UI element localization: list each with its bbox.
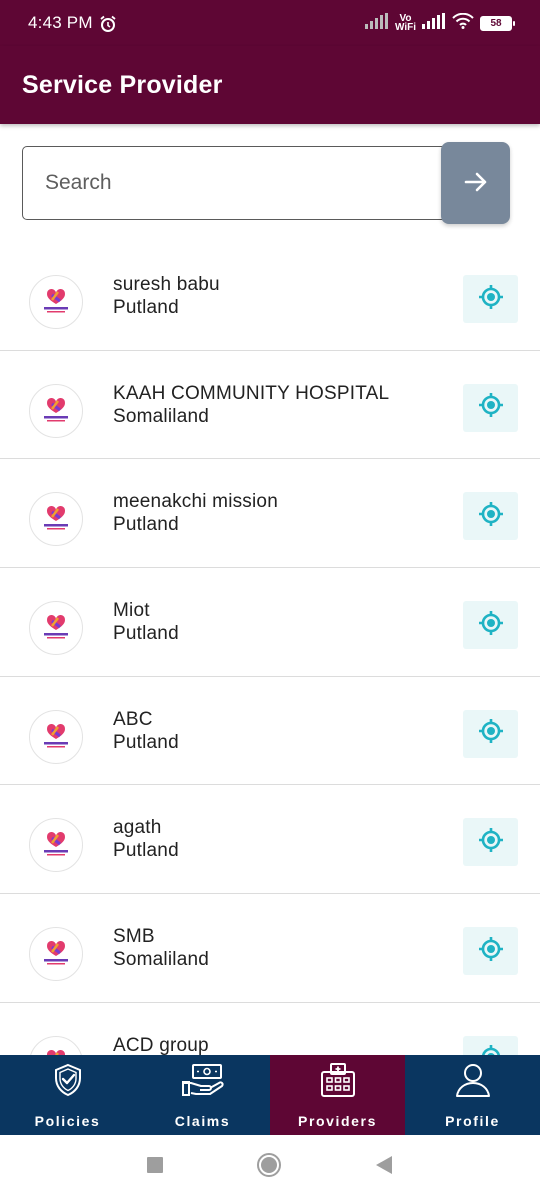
nav-tab-policies[interactable]: Policies [0,1055,135,1135]
provider-location: Putland [113,623,179,645]
search-bar [22,142,510,224]
provider-list-item[interactable]: ABC Putland [0,677,540,786]
provider-list-item[interactable]: meenakchi mission Putland [0,459,540,569]
provider-logo [29,275,83,329]
provider-list-item[interactable]: Miot Putland [0,568,540,677]
shield-check-icon [50,1062,86,1103]
locate-button[interactable] [463,927,518,976]
provider-name: SMB [113,926,155,948]
provider-name: agath [113,817,162,839]
provider-list-item[interactable]: ACD group [0,1003,540,1055]
provider-text: ABC Putland [113,708,179,754]
nav-tab-providers[interactable]: Providers [270,1055,405,1135]
hospital-icon [318,1062,358,1103]
provider-text: suresh babu Putland [113,273,220,319]
provider-location: Somaliland [113,405,209,427]
provider-list-item[interactable]: agath Putland [0,785,540,895]
wifi-icon [452,12,474,34]
arrow-right-icon [462,168,490,199]
provider-text: KAAH COMMUNITY HOSPITAL Somaliland [113,382,389,428]
provider-name: ACD group [113,1034,209,1055]
battery-icon: 58 [480,15,515,31]
provider-location: Putland [113,840,179,862]
location-target-icon [477,391,505,424]
signal-icon-2 [422,12,446,34]
provider-list-item[interactable]: KAAH COMMUNITY HOSPITAL Somaliland [0,351,540,460]
provider-location: Putland [113,514,179,536]
location-target-icon [477,717,505,750]
status-indicators: Vo WiFi 58 [364,12,515,34]
locate-button[interactable] [463,818,518,867]
system-navigation-bar [0,1135,540,1200]
provider-logo [29,383,83,438]
locate-button[interactable] [463,275,518,323]
locate-button[interactable] [463,492,518,541]
search-submit-button[interactable] [441,142,510,224]
provider-name: suresh babu [113,274,220,295]
recents-button[interactable] [146,1156,164,1179]
back-button[interactable] [374,1155,394,1180]
provider-text: Miot Putland [113,599,179,645]
provider-name: ABC [113,708,153,730]
provider-name: KAAH COMMUNITY HOSPITAL [113,382,390,404]
provider-logo [29,709,83,764]
location-target-icon [477,826,505,859]
cash-hand-icon [180,1062,226,1103]
provider-location: Somaliland [113,949,209,971]
provider-logo [29,818,83,873]
provider-list-item[interactable]: SMB Somaliland [0,894,540,1003]
nav-tab-profile[interactable]: Profile [405,1055,540,1135]
provider-text: SMB Somaliland [113,925,209,971]
location-target-icon [477,500,505,533]
provider-logo [29,1035,83,1055]
vowifi-bottom: WiFi [394,22,416,33]
signal-icon [364,12,389,34]
home-button[interactable] [256,1152,282,1183]
app-header: Service Provider [0,46,540,124]
location-target-icon [477,609,505,642]
status-time: 4:43 PM [28,13,93,32]
locate-button[interactable] [463,1035,518,1055]
provider-name: Miot [113,600,150,622]
status-bar: 4:43 PM Vo WiFi 58 [0,0,540,46]
provider-list-item[interactable]: suresh babu Putland [0,242,540,351]
provider-logo [29,927,83,982]
locate-button[interactable] [463,383,518,432]
locate-button[interactable] [463,601,518,650]
nav-label-claims: Claims [174,1113,231,1129]
vowifi-indicator: Vo WiFi [394,14,416,33]
provider-logo [29,492,83,547]
bottom-navigation: Policies Claims Providers Profile [0,1055,540,1135]
nav-label-providers: Providers [298,1113,377,1129]
location-target-icon [477,1043,505,1055]
nav-tab-claims[interactable]: Claims [135,1055,270,1135]
provider-text: ACD group [113,1034,209,1055]
provider-name: meenakchi mission [113,491,278,513]
nav-label-policies: Policies [34,1113,101,1129]
page-title: Service Provider [22,70,223,99]
nav-label-profile: Profile [445,1113,500,1129]
provider-location: Putland [113,731,179,753]
location-target-icon [477,935,505,968]
provider-logo [29,601,83,656]
provider-text: meenakchi mission Putland [113,490,278,536]
provider-text: agath Putland [113,816,179,862]
person-icon [453,1062,493,1103]
locate-button[interactable] [463,709,518,758]
provider-list: suresh babu Putland KAAH COMMUNITY HOSPI… [0,242,540,1055]
provider-location: Putland [113,297,179,318]
alarm-clock-icon [99,15,116,32]
search-input[interactable] [22,146,462,220]
location-target-icon [477,283,505,316]
